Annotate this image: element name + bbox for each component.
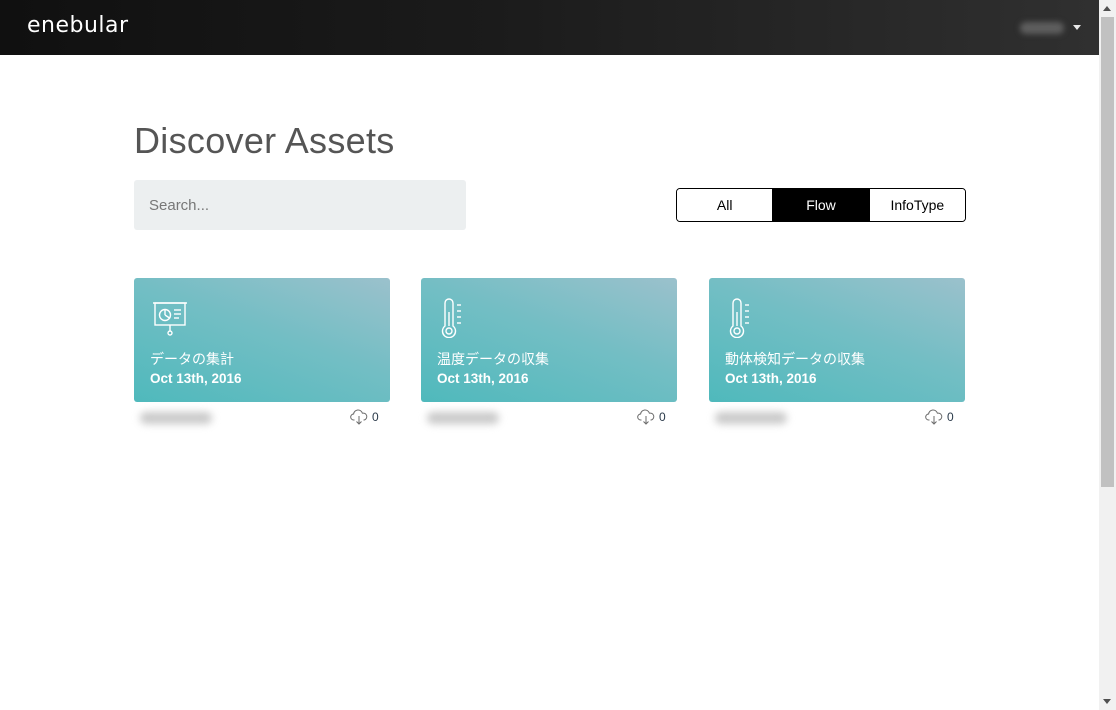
asset-type-filter: All Flow InfoType <box>676 188 966 222</box>
asset-card-author-blurred[interactable] <box>427 412 499 424</box>
page-title: Discover Assets <box>134 120 395 161</box>
asset-card-date: Oct 13th, 2016 <box>725 371 817 386</box>
thermometer-icon <box>441 298 461 338</box>
asset-card-date: Oct 13th, 2016 <box>437 371 529 386</box>
asset-card: 動体検知データの収集 Oct 13th, 2016 0 <box>709 278 965 438</box>
asset-card-author-blurred[interactable] <box>140 412 212 424</box>
cloud-download-icon <box>637 409 655 425</box>
filter-infotype-button[interactable]: InfoType <box>869 189 965 221</box>
asset-card-title: 動体検知データの収集 <box>725 352 865 368</box>
asset-card-author-blurred[interactable] <box>715 412 787 424</box>
download-count-value: 0 <box>372 410 379 424</box>
download-count: 0 <box>925 408 954 426</box>
download-count: 0 <box>637 408 666 426</box>
top-navbar: enebular <box>0 0 1099 55</box>
filter-all-button[interactable]: All <box>677 189 774 221</box>
search-input[interactable] <box>134 180 466 230</box>
asset-card-banner[interactable]: 動体検知データの収集 Oct 13th, 2016 <box>709 278 965 402</box>
filter-flow-button[interactable]: Flow <box>773 189 870 221</box>
asset-card-title: データの集計 <box>150 352 234 368</box>
thermometer-icon <box>729 298 749 338</box>
download-count-value: 0 <box>659 410 666 424</box>
enebular-logo[interactable]: enebular <box>27 13 129 38</box>
user-name-blurred <box>1020 22 1064 34</box>
asset-card-title: 温度データの収集 <box>437 352 549 368</box>
asset-card: データの集計 Oct 13th, 2016 0 <box>134 278 390 438</box>
asset-card-date: Oct 13th, 2016 <box>150 371 242 386</box>
asset-card-banner[interactable]: 温度データの収集 Oct 13th, 2016 <box>421 278 677 402</box>
user-menu[interactable] <box>1020 18 1084 38</box>
download-count-value: 0 <box>947 410 954 424</box>
scroll-thumb[interactable] <box>1101 17 1114 487</box>
scroll-up-arrow-icon[interactable] <box>1103 6 1111 11</box>
caret-down-icon <box>1073 25 1081 30</box>
download-count: 0 <box>350 408 379 426</box>
cloud-download-icon <box>925 409 943 425</box>
scroll-down-arrow-icon[interactable] <box>1103 699 1111 704</box>
asset-card: 温度データの収集 Oct 13th, 2016 0 <box>421 278 677 438</box>
asset-card-banner[interactable]: データの集計 Oct 13th, 2016 <box>134 278 390 402</box>
vertical-scrollbar[interactable] <box>1099 0 1116 710</box>
presentation-chart-icon <box>153 302 187 336</box>
cloud-download-icon <box>350 409 368 425</box>
